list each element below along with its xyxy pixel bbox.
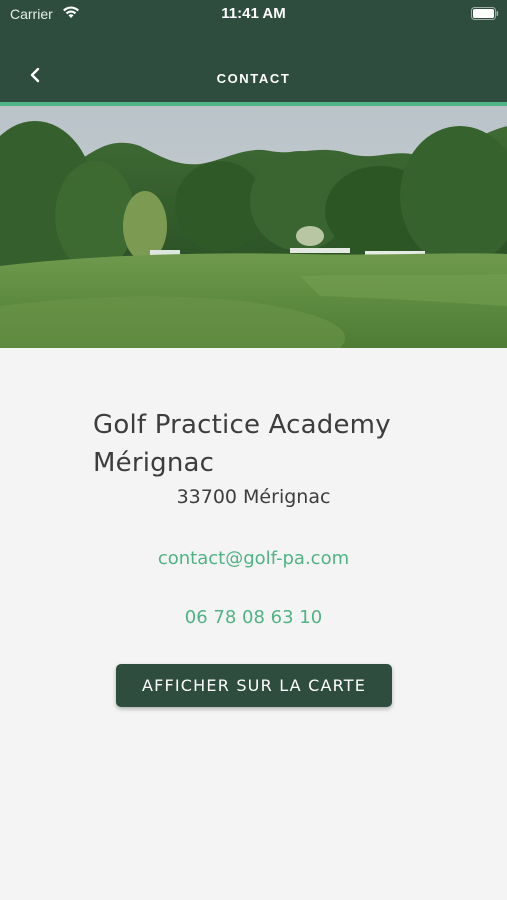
status-bar: Carrier 11:41 AM (0, 0, 507, 28)
contact-panel: Golf Practice Academy Mérignac 33700 Mér… (0, 348, 507, 900)
show-on-map-button[interactable]: AFFICHER SUR LA CARTE (116, 664, 392, 707)
club-name: Golf Practice Academy Mérignac (93, 410, 391, 478)
hero-image (0, 106, 507, 348)
battery-icon (471, 7, 499, 20)
address-text: 33700 Mérignac (176, 486, 331, 508)
clock-time: 11:41 AM (221, 5, 286, 22)
phone-link[interactable]: 06 78 08 63 10 (0, 607, 507, 628)
page-title: CONTACT (216, 71, 291, 86)
header-bar: Carrier 11:41 AM CONTACT (0, 0, 507, 106)
email-link[interactable]: contact@golf-pa.com (0, 548, 507, 569)
